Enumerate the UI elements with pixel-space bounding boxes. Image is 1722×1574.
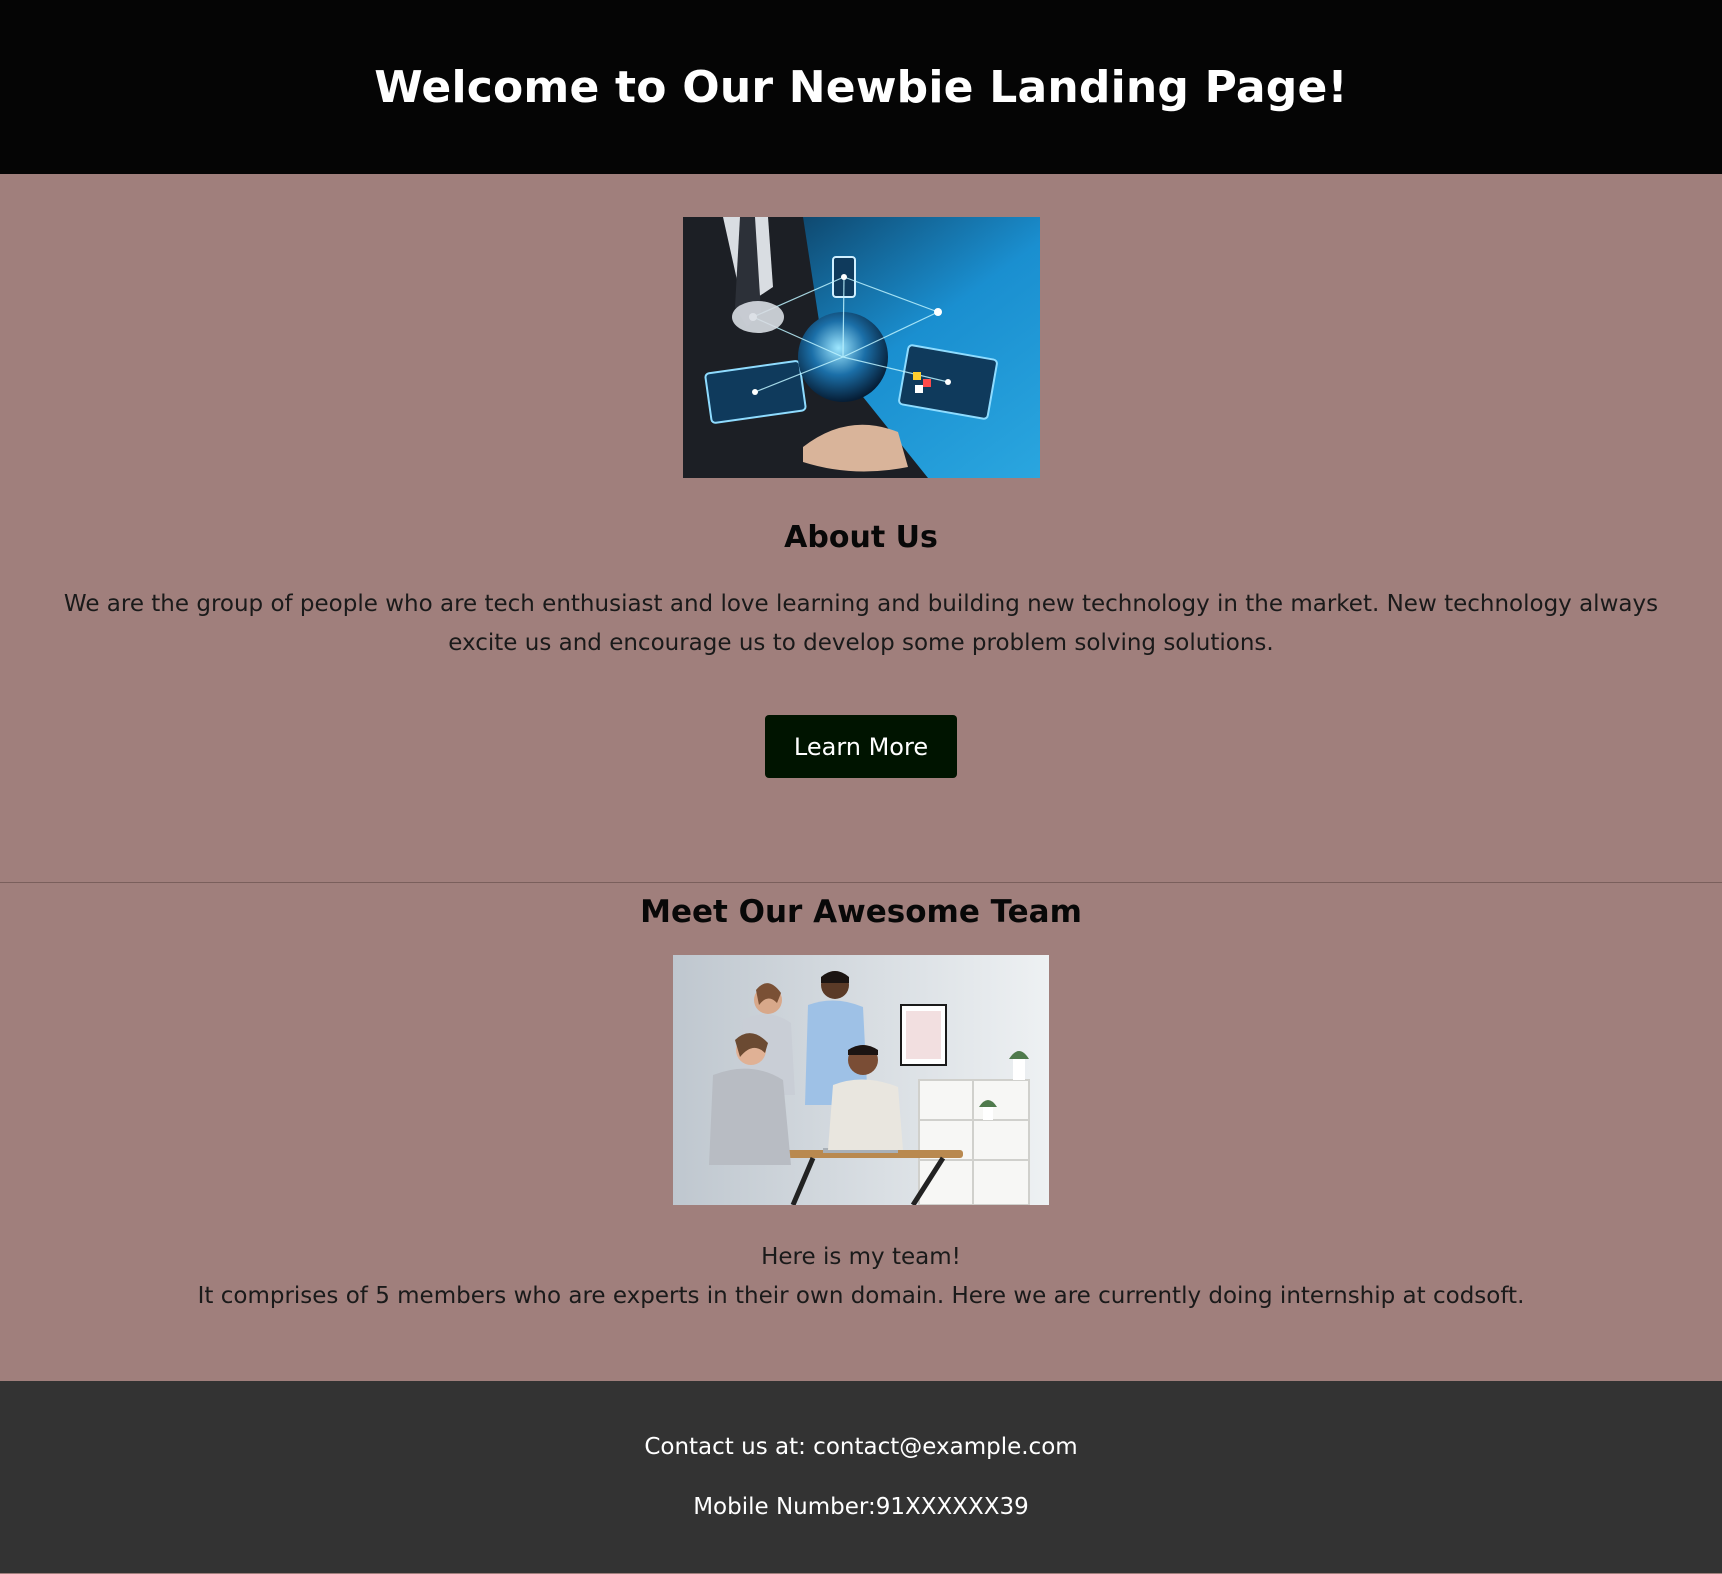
learn-more-button[interactable]: Learn More xyxy=(765,715,957,778)
page-title: Welcome to Our Newbie Landing Page! xyxy=(374,61,1348,113)
team-description: Here is my team! It comprises of 5 membe… xyxy=(0,1238,1722,1316)
team-section: Meet Our Awesome Team Here is my team! I… xyxy=(0,883,1722,1381)
team-heading: Meet Our Awesome Team xyxy=(640,894,1082,930)
site-header: Welcome to Our Newbie Landing Page! xyxy=(0,0,1722,174)
team-office-image xyxy=(673,955,1049,1205)
mobile-number-text: Mobile Number:91XXXXXX39 xyxy=(693,1494,1029,1520)
contact-email-text: Contact us at: contact@example.com xyxy=(644,1434,1078,1460)
team-line-2: It comprises of 5 members who are expert… xyxy=(197,1283,1525,1309)
about-heading: About Us xyxy=(784,520,938,555)
team-image-container xyxy=(0,955,1722,1205)
team-line-1: Here is my team! xyxy=(761,1244,961,1270)
technology-globe-image xyxy=(682,217,1040,478)
hero-image-container xyxy=(0,174,1722,478)
about-section: About Us We are the group of people who … xyxy=(0,174,1722,883)
about-paragraph: We are the group of people who are tech … xyxy=(63,591,1659,656)
site-footer: Contact us at: contact@example.com Mobil… xyxy=(0,1381,1722,1573)
learn-more-container: Learn More xyxy=(0,715,1722,778)
